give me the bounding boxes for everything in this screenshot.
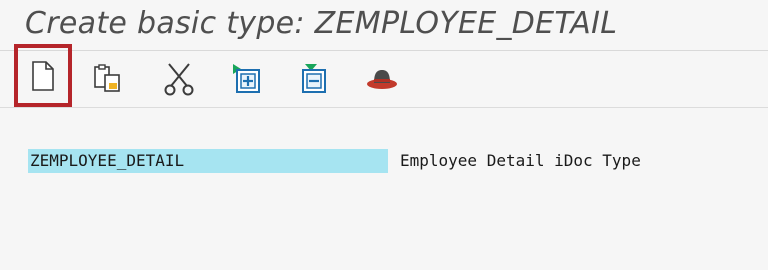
cut-icon <box>163 62 195 96</box>
hat-button[interactable] <box>362 59 402 99</box>
basic-type-field[interactable]: ZEMPLOYEE_DETAIL <box>28 149 388 173</box>
insert-child-icon <box>229 62 263 96</box>
new-document-icon <box>32 60 54 91</box>
hat-icon <box>365 65 399 93</box>
application-toolbar <box>0 44 768 108</box>
title-bar: Create basic type: ZEMPLOYEE_DETAIL <box>0 0 768 51</box>
copy-icon <box>92 63 126 95</box>
insert-segment-same-level-button[interactable] <box>294 59 334 99</box>
main-content: ZEMPLOYEE_DETAIL Employee Detail iDoc Ty… <box>0 108 768 270</box>
insert-same-level-icon <box>297 62 331 96</box>
copy-button[interactable] <box>89 59 129 99</box>
basic-type-description: Employee Detail iDoc Type <box>400 151 641 170</box>
page-title: Create basic type: ZEMPLOYEE_DETAIL <box>25 6 618 41</box>
create-button[interactable] <box>14 44 72 107</box>
sap-screen: Create basic type: ZEMPLOYEE_DETAIL ZEMP… <box>0 0 768 270</box>
cut-button[interactable] <box>159 59 199 99</box>
insert-child-segment-button[interactable] <box>226 59 266 99</box>
